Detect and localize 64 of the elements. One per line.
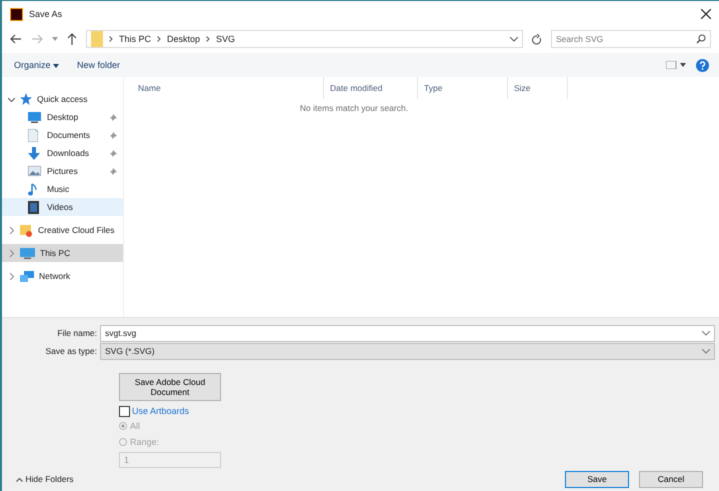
dialog-button[interactable]: Cancel (639, 470, 703, 488)
radio-label: Range: (130, 437, 160, 447)
nav-item[interactable]: Pictures (2, 162, 123, 180)
file-name-label: File name: (56, 328, 98, 338)
dialog-button[interactable]: Save (565, 470, 629, 488)
close-icon[interactable] (701, 9, 711, 19)
dropdown-caret-icon[interactable] (510, 36, 518, 42)
address-bar[interactable]: This PC Desktop SVG (86, 30, 523, 48)
nav-item[interactable]: Quick access (2, 90, 123, 108)
folder-icon (20, 224, 33, 236)
recent-caret-icon[interactable] (52, 37, 58, 41)
network-icon (20, 270, 34, 282)
chevron-icon (157, 36, 162, 42)
column-header[interactable]: Size (508, 77, 568, 99)
column-header[interactable]: Type (418, 77, 508, 99)
nav-item[interactable]: Videos (2, 198, 123, 216)
document-icon (28, 128, 38, 142)
file-type-dropdown[interactable]: SVG (*.SVG) (100, 342, 715, 360)
search-icon (696, 34, 706, 44)
nav-item[interactable]: Desktop (2, 108, 123, 126)
save-as-type-label: Save as type: (44, 346, 98, 356)
film-icon (28, 200, 39, 214)
chevron-icon (206, 36, 210, 42)
caret-icon (53, 64, 60, 68)
nav-item[interactable]: This PC (2, 244, 123, 262)
search-field[interactable]: Search SVG (551, 30, 711, 48)
breadcrumb[interactable]: SVG (216, 34, 236, 44)
window-title: Save As (29, 9, 62, 19)
chevron-icon[interactable] (8, 226, 15, 234)
chevron-icon (16, 478, 23, 482)
hide-folders-toggle[interactable]: Hide Folders (16, 474, 74, 484)
download-arrow-icon (28, 146, 40, 160)
nav-item[interactable]: Creative Cloud Files (2, 221, 123, 239)
chevron-icon[interactable] (8, 272, 15, 280)
up-arrow-icon[interactable] (67, 33, 77, 45)
dropdown-caret-icon[interactable] (702, 348, 710, 354)
radio-label: All (130, 421, 140, 431)
file-name-field[interactable]: svgt.svg (100, 324, 715, 342)
search-placeholder: Search SVG (556, 34, 604, 44)
view-options-icon[interactable] (666, 61, 686, 69)
nav-item[interactable]: Documents (2, 126, 123, 144)
back-arrow-icon[interactable] (10, 34, 22, 44)
chevron-icon (109, 36, 113, 42)
star-icon (20, 93, 32, 105)
breadcrumb[interactable]: This PC (119, 34, 152, 44)
column-header[interactable]: Date modified (324, 77, 418, 99)
computer-icon (20, 248, 35, 258)
help-icon[interactable] (696, 58, 709, 72)
nav-item[interactable]: Network (2, 267, 123, 285)
folder-icon (91, 31, 103, 47)
empty-message: No items match your search. (298, 103, 410, 113)
new-folder-button[interactable]: New folder (73, 58, 124, 72)
organize-menu-button[interactable]: Organize (10, 58, 64, 72)
picture-icon (28, 166, 41, 176)
breadcrumb[interactable]: Desktop (167, 34, 200, 44)
nav-item[interactable]: Downloads (2, 144, 123, 162)
column-header[interactable]: Name (124, 77, 324, 99)
dropdown-caret-icon[interactable] (702, 330, 710, 336)
music-note-icon (28, 182, 38, 196)
chevron-icon[interactable] (8, 96, 15, 102)
nav-item[interactable]: Music (2, 180, 123, 198)
refresh-icon[interactable] (532, 34, 542, 44)
monitor-icon (28, 112, 41, 122)
app-icon (10, 8, 23, 20)
